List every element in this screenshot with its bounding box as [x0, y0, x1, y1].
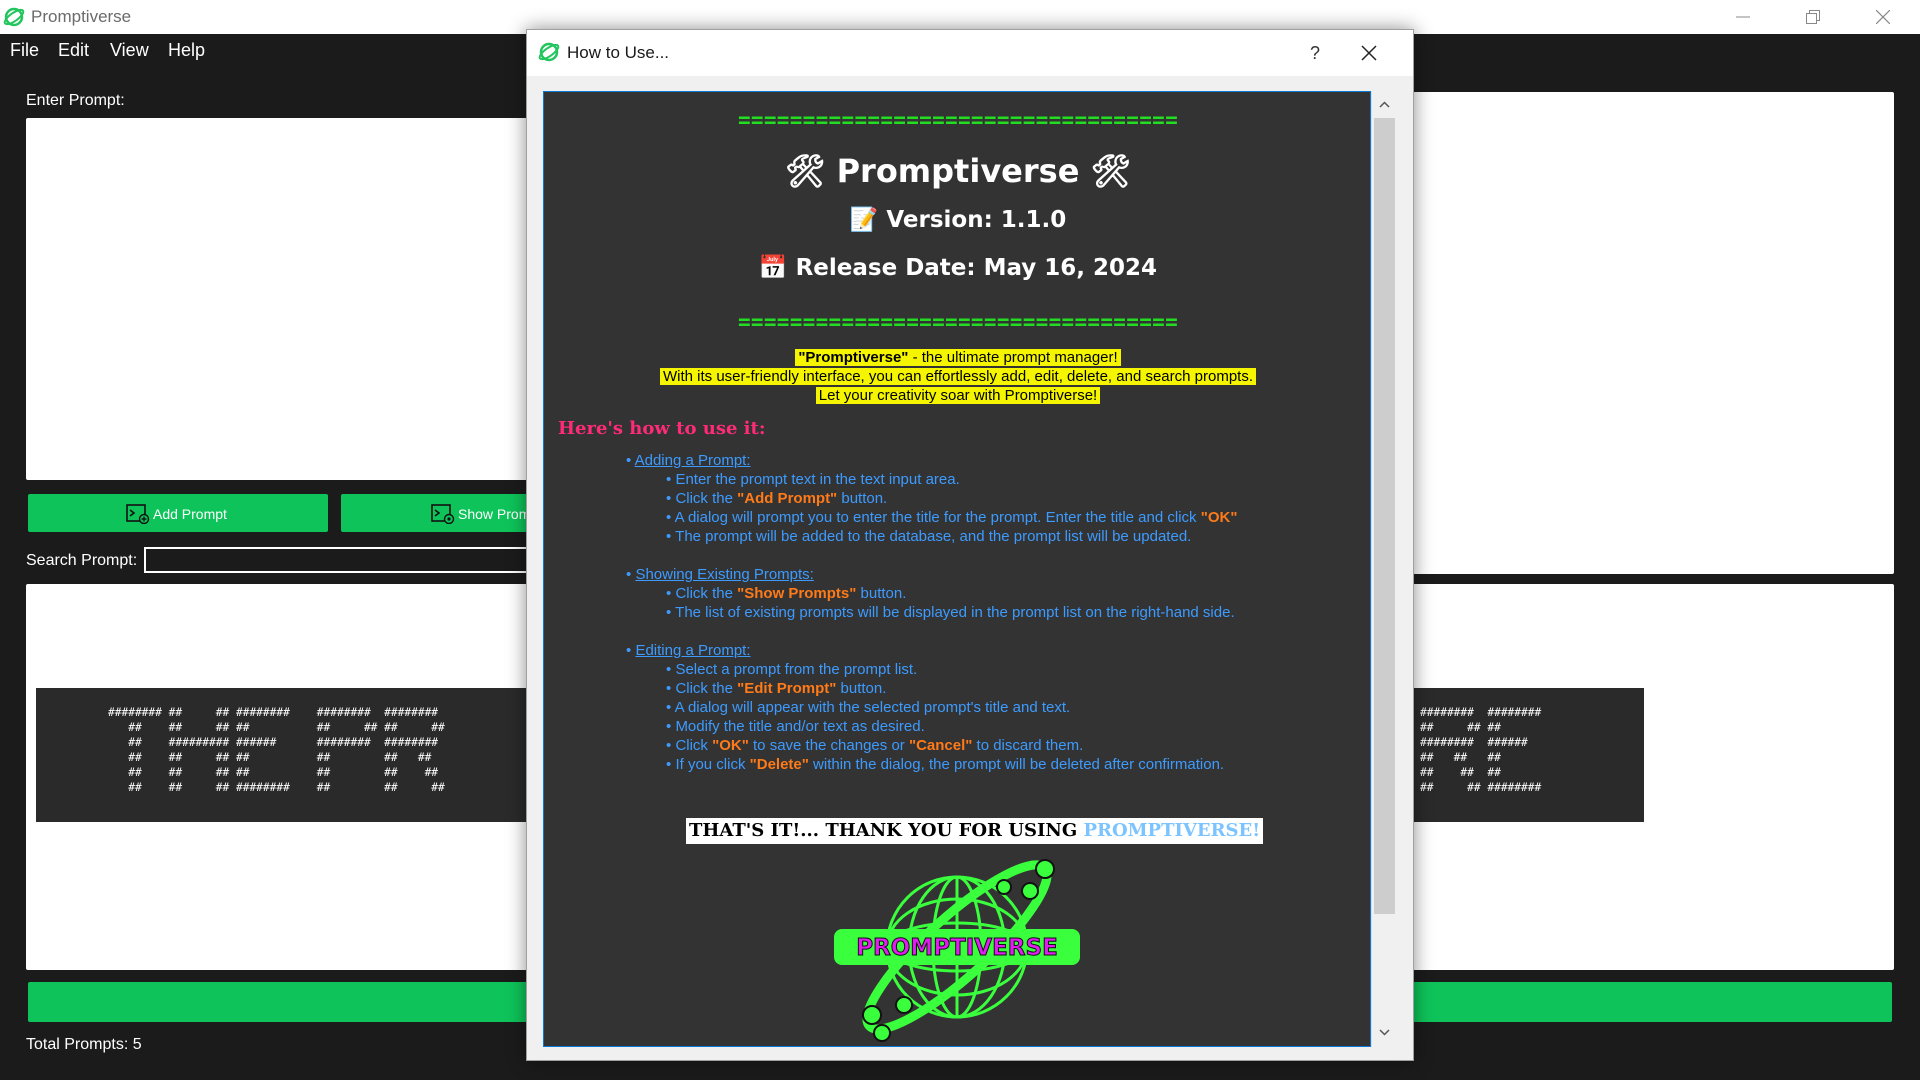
search-prompt-label: Search Prompt:: [26, 552, 138, 569]
list-item: • Select a prompt from the prompt list.: [666, 661, 918, 678]
intro-line-2-text: With its user-friendly interface, you ca…: [659, 368, 1256, 385]
list-item: • A dialog will prompt you to enter the …: [666, 509, 1238, 526]
intro-line-1-rest: - the ultimate prompt manager!: [908, 349, 1118, 366]
section-title[interactable]: • Adding a Prompt:: [626, 451, 751, 470]
scroll-up-button[interactable]: [1372, 93, 1397, 117]
tools-icon: 🛠: [1090, 152, 1132, 190]
restore-icon: [1806, 10, 1820, 24]
minimize-icon: [1736, 16, 1750, 18]
version-heading: 📝 Version: 1.1.0: [544, 206, 1370, 233]
intro-line-1: "Promptiverse" - the ultimate prompt man…: [544, 348, 1370, 367]
section-title-link[interactable]: Editing a Prompt:: [635, 642, 750, 659]
search-input[interactable]: [144, 547, 564, 573]
scroll-thumb[interactable]: [1374, 118, 1395, 914]
list-item: • A dialog will appear with the selected…: [666, 699, 1071, 716]
promptiverse-logo: PROMPTIVERSE: [834, 859, 1080, 1042]
intro-brand: "Promptiverse": [798, 349, 909, 366]
list-item: • Click "OK" to save the changes or "Can…: [666, 737, 1084, 754]
app-globe-icon: [538, 42, 560, 62]
thanks-banner: THAT'S IT!... THANK YOU FOR USING PROMPT…: [686, 818, 1264, 844]
intro-line-3: Let your creativity soar with Promptiver…: [544, 386, 1370, 405]
release-heading: 📅 Release Date: May 16, 2024: [544, 254, 1370, 281]
restore-button[interactable]: [1778, 0, 1848, 34]
list-item: • Click the "Show Prompts" button.: [666, 585, 907, 602]
menu-help[interactable]: Help: [168, 40, 205, 61]
add-prompt-button[interactable]: Add Prompt: [28, 494, 328, 532]
prompt-list[interactable]: [1410, 92, 1894, 574]
dialog-scrollbar[interactable]: [1371, 91, 1397, 1047]
menu-view[interactable]: View: [110, 40, 149, 61]
section-title[interactable]: • Editing a Prompt:: [626, 641, 751, 660]
thanks-text: THAT'S IT!... THANK YOU FOR USING: [689, 820, 1084, 841]
logo-text: PROMPTIVERSE: [856, 935, 1058, 961]
menu-edit[interactable]: Edit: [58, 40, 89, 61]
list-item: • If you click "Delete" within the dialo…: [666, 756, 1225, 773]
app-globe-icon: [3, 7, 25, 27]
app-title: Promptiverse: [31, 7, 132, 26]
list-item: • Click the "Edit Prompt" button.: [666, 680, 887, 697]
intro-line-2: With its user-friendly interface, you ca…: [544, 367, 1370, 386]
version-text: Version: 1.1.0: [886, 207, 1067, 233]
thanks-brand: PROMPTIVERSE!: [1083, 820, 1261, 841]
enter-prompt-label: Enter Prompt:: [26, 92, 125, 109]
memo-icon: 📝: [849, 207, 879, 233]
intro-line-3-text: Let your creativity soar with Promptiver…: [815, 387, 1101, 404]
scroll-up-icon: [1379, 101, 1390, 108]
add-prompt-label: Add Prompt: [153, 506, 227, 522]
howto-title: Here's how to use it:: [558, 418, 766, 439]
list-item: • The list of existing prompts will be d…: [666, 604, 1235, 621]
dialog-title: How to Use...: [567, 43, 670, 62]
how-to-use-dialog: How to Use... ? ========================…: [526, 29, 1414, 1061]
section-title-link[interactable]: Adding a Prompt:: [635, 452, 751, 469]
list-item: • Enter the prompt text in the text inpu…: [666, 471, 960, 488]
app-heading: 🛠 Promptiverse 🛠: [544, 152, 1370, 190]
help-content: ================================== 🛠 Pro…: [543, 91, 1371, 1047]
list-item: • The prompt will be added to the databa…: [666, 528, 1192, 545]
section-title[interactable]: • Showing Existing Prompts:: [626, 565, 814, 584]
terminal-show-icon: [431, 504, 455, 524]
release-text: Release Date: May 16, 2024: [795, 255, 1158, 281]
ascii-banner-left: ######## ## ## ######## ######## #######…: [108, 706, 445, 794]
separator-bottom: ==================================: [737, 310, 1179, 334]
dialog-titlebar: How to Use... ?: [527, 30, 1413, 76]
section-title-link[interactable]: Showing Existing Prompts:: [635, 566, 813, 583]
list-item: • Modify the title and/or text as desire…: [666, 718, 925, 735]
ascii-banner-right: ######## ######## ## ## ## ######## ####…: [1420, 706, 1542, 794]
dialog-close-button[interactable]: [1347, 36, 1391, 70]
close-icon: [1876, 10, 1890, 24]
app-name: Promptiverse: [836, 152, 1080, 190]
prompt-input[interactable]: [26, 118, 546, 480]
terminal-add-icon: [126, 504, 150, 524]
close-icon: [1361, 45, 1377, 61]
tools-icon: 🛠: [784, 152, 826, 190]
separator-top: ==================================: [737, 108, 1179, 132]
list-item: • Click the "Add Prompt" button.: [666, 490, 888, 507]
menu-file[interactable]: File: [10, 40, 39, 61]
minimize-button[interactable]: [1708, 0, 1778, 34]
calendar-icon: 📅: [758, 255, 788, 281]
total-prompts-label: Total Prompts: 5: [26, 1036, 142, 1053]
scroll-down-icon: [1379, 1029, 1390, 1036]
close-button[interactable]: [1848, 0, 1918, 34]
dialog-help-button[interactable]: ?: [1297, 38, 1333, 68]
scroll-down-button[interactable]: [1372, 1021, 1397, 1045]
